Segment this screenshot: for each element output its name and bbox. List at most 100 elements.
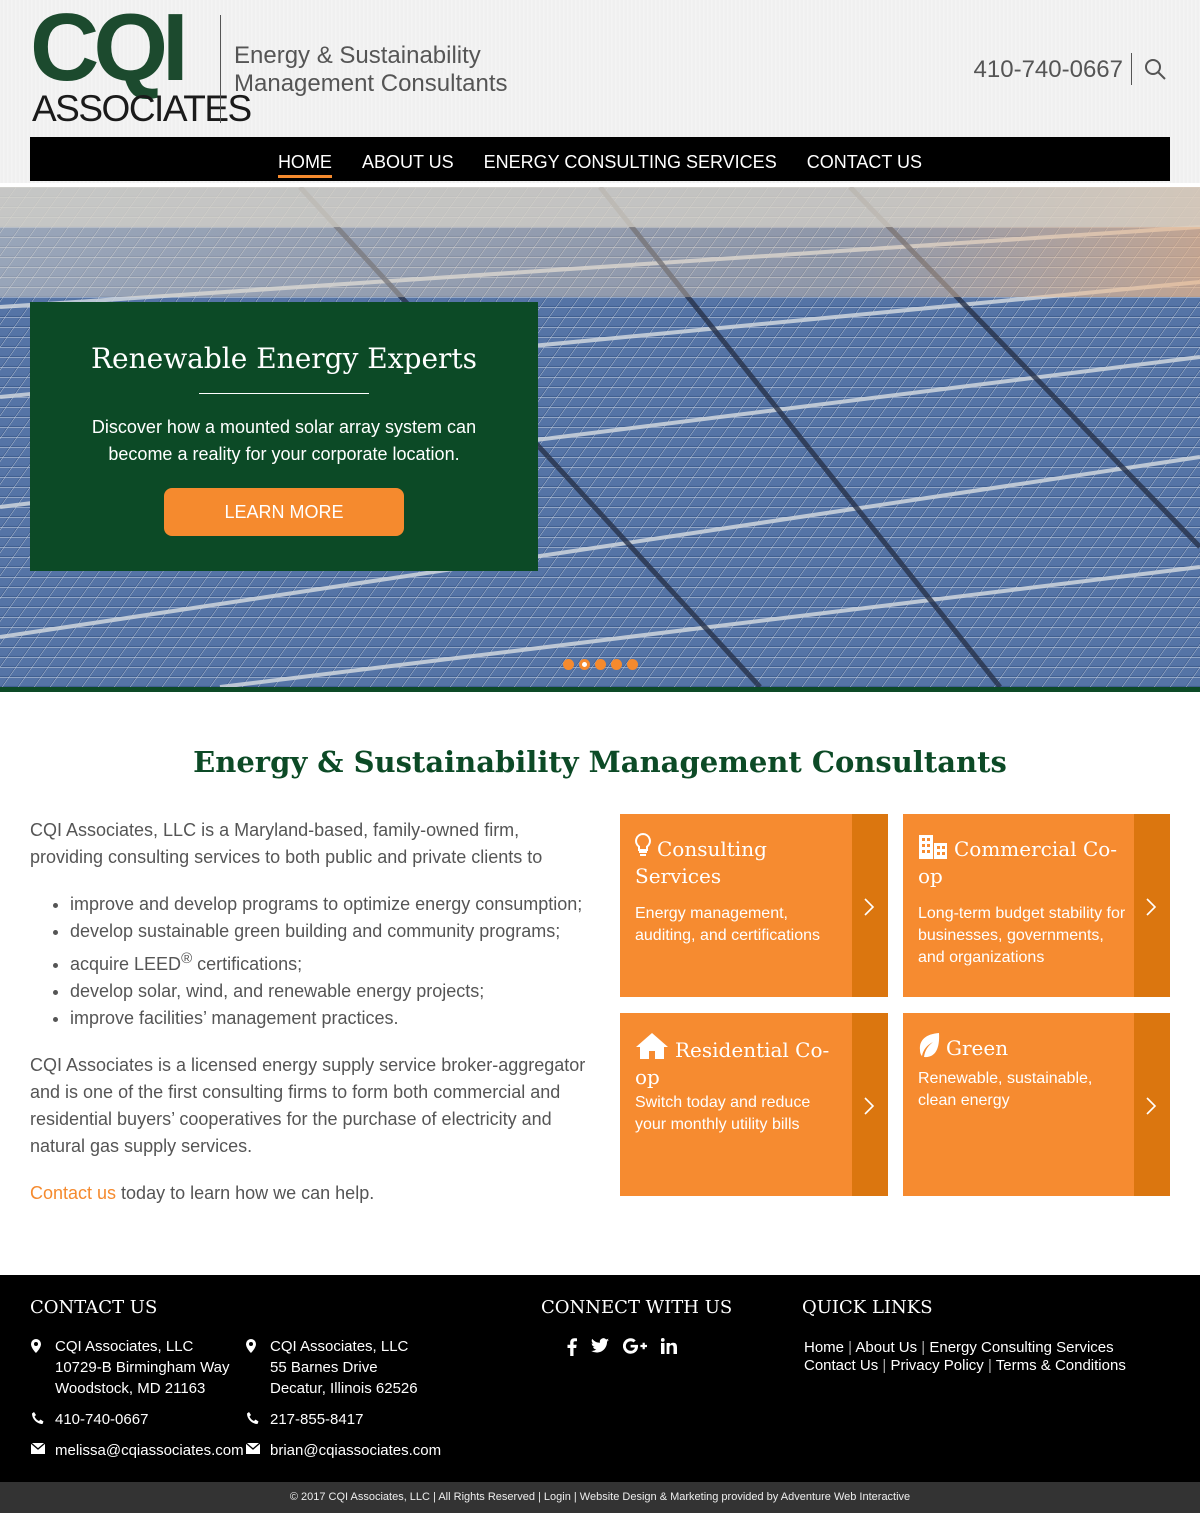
office-city: Decatur, Illinois 62526 [270, 1380, 418, 1397]
nav-home[interactable]: HOME [277, 152, 332, 178]
tile-text: Renewable, sustainable, clean energy [918, 1070, 1093, 1109]
slider-dot-5[interactable] [627, 659, 638, 670]
slider-dot-4[interactable] [611, 659, 622, 670]
hero-rule [199, 393, 369, 394]
office-street: 10729-B Birmingham Way [55, 1359, 230, 1376]
contact-us-link[interactable]: Contact us [30, 1183, 116, 1203]
broker-paragraph: CQI Associates is a licensed energy supp… [30, 1055, 586, 1156]
office-phone-1: 410-740-0667 [32, 1409, 148, 1430]
quick-link-privacy-policy[interactable]: Privacy Policy [890, 1357, 983, 1374]
leaf-icon [919, 1033, 940, 1058]
list-item: improve facilities’ management practices… [70, 1005, 590, 1032]
office-address-1: CQI Associates, LLC 10729-B Birmingham W… [31, 1336, 230, 1399]
contact-paragraph: Contact us today to learn how we can hel… [30, 1180, 590, 1207]
site-tagline: Energy & Sustainability Management Consu… [234, 42, 508, 98]
slider-dot-1[interactable] [563, 659, 574, 670]
slider-dots [563, 659, 638, 670]
house-icon [636, 1033, 668, 1059]
quick-link-terms-conditions[interactable]: Terms & Conditions [996, 1357, 1126, 1374]
google-plus-icon[interactable] [623, 1338, 647, 1354]
map-pin-icon [246, 1339, 256, 1353]
map-pin-icon [31, 1339, 41, 1353]
site-footer: CONTACT US CQI Associates, LLC 10729-B B… [0, 1275, 1200, 1482]
slider-dot-2[interactable] [579, 659, 590, 670]
tagline-line-2: Management Consultants [234, 70, 508, 97]
list-item: improve and develop programs to optimize… [70, 891, 590, 918]
tile-text: Energy management, auditing, and certifi… [635, 905, 820, 944]
tile-title: Consulting Services [635, 833, 845, 890]
logo-wordmark: ASSOCIATES [32, 88, 252, 129]
office-phone-text[interactable]: 410-740-0667 [55, 1409, 148, 1430]
tile-title: Green [918, 1032, 1128, 1062]
registered-mark: ® [181, 950, 193, 967]
office-email-1: melissa@cqiassociates.com [31, 1440, 244, 1461]
tile-text: Switch today and reduce your monthly uti… [635, 1094, 811, 1133]
nav-about-us[interactable]: ABOUT US [362, 152, 454, 178]
hero-title: Renewable Energy Experts [90, 342, 478, 375]
hero-card: Renewable Energy Experts Discover how a … [30, 302, 538, 571]
contact-after-text: today to learn how we can help. [116, 1183, 375, 1203]
chevron-right-icon [1146, 898, 1157, 916]
facebook-icon[interactable] [567, 1338, 577, 1356]
header-phone[interactable]: 410-740-0667 [974, 56, 1123, 84]
tile-green[interactable]: Green Renewable, sustainable, clean ener… [903, 1013, 1170, 1196]
tile-title-text: Green [946, 1036, 1009, 1060]
footer-quick-links-heading: QUICK LINKS [802, 1297, 933, 1318]
tile-title-text: Consulting Services [635, 837, 767, 888]
site-header: CQI ASSOCIATES Energy & Sustainability M… [0, 0, 1200, 183]
tile-arrow[interactable] [1134, 1013, 1170, 1196]
quick-link-about-us[interactable]: About Us [855, 1339, 917, 1356]
social-links [567, 1338, 677, 1356]
list-item: acquire LEED® certifications; [70, 945, 590, 978]
office-street: 55 Barnes Drive [270, 1359, 378, 1376]
learn-more-button[interactable]: LEARN MORE [164, 488, 404, 536]
office-email-text[interactable]: brian@cqiassociates.com [270, 1440, 441, 1461]
leed-text: acquire LEED [70, 954, 182, 974]
envelope-icon [31, 1443, 45, 1454]
tile-consulting-services[interactable]: Consulting Services Energy management, a… [620, 814, 888, 997]
copyright-bar: © 2017 CQI Associates, LLC | All Rights … [0, 1482, 1200, 1513]
phone-icon [247, 1412, 259, 1424]
chevron-right-icon [864, 898, 875, 916]
linkedin-icon[interactable] [661, 1338, 677, 1354]
tile-commercial-coop[interactable]: Commercial Co-op Long-term budget stabil… [903, 814, 1170, 997]
envelope-icon [246, 1443, 260, 1454]
office-name: CQI Associates, LLC [55, 1338, 194, 1355]
quick-link-home[interactable]: Home [804, 1339, 844, 1356]
link-separator: | [917, 1339, 930, 1356]
logo[interactable]: CQI ASSOCIATES [30, 0, 252, 127]
quick-link-contact-us[interactable]: Contact Us [804, 1357, 878, 1374]
intro-content: CQI Associates, LLC is a Maryland-based,… [30, 817, 590, 1207]
office-address-2: CQI Associates, LLC 55 Barnes Drive Deca… [246, 1336, 418, 1399]
hero-bottom-bar [0, 687, 1200, 692]
tile-title: Residential Co-op [635, 1032, 845, 1091]
slider-dot-3[interactable] [595, 659, 606, 670]
list-item: develop solar, wind, and renewable energ… [70, 978, 590, 1005]
office-phone-2: 217-855-8417 [247, 1409, 363, 1430]
nav-contact-us[interactable]: CONTACT US [807, 152, 922, 178]
phone-icon [32, 1412, 44, 1424]
link-separator: | [878, 1357, 891, 1374]
quick-link-energy-consulting-services[interactable]: Energy Consulting Services [929, 1339, 1113, 1356]
chevron-right-icon [1146, 1097, 1157, 1115]
search-icon[interactable] [1144, 58, 1166, 80]
office-phone-text[interactable]: 217-855-8417 [270, 1409, 363, 1430]
chevron-right-icon [864, 1097, 875, 1115]
office-email-text[interactable]: melissa@cqiassociates.com [55, 1440, 244, 1461]
footer-connect-heading: CONNECT WITH US [541, 1297, 733, 1318]
office-city: Woodstock, MD 21163 [55, 1380, 206, 1397]
tile-arrow[interactable] [852, 1013, 888, 1196]
quick-links: Home | About Us | Energy Consulting Serv… [804, 1339, 1126, 1375]
list-item: develop sustainable green building and c… [70, 918, 590, 945]
tile-residential-coop[interactable]: Residential Co-op Switch today and reduc… [620, 1013, 888, 1196]
tile-title: Commercial Co-op [918, 833, 1128, 890]
nav-energy-consulting-services[interactable]: ENERGY CONSULTING SERVICES [484, 152, 777, 178]
logo-divider [220, 15, 221, 123]
tile-arrow[interactable] [1134, 814, 1170, 997]
twitter-icon[interactable] [591, 1338, 609, 1354]
leed-after-text: certifications; [192, 954, 303, 974]
tile-arrow[interactable] [852, 814, 888, 997]
logo-mark: CQI [30, 0, 189, 101]
intro-paragraph: CQI Associates, LLC is a Maryland-based,… [30, 820, 543, 867]
footer-contact-heading: CONTACT US [30, 1297, 158, 1318]
